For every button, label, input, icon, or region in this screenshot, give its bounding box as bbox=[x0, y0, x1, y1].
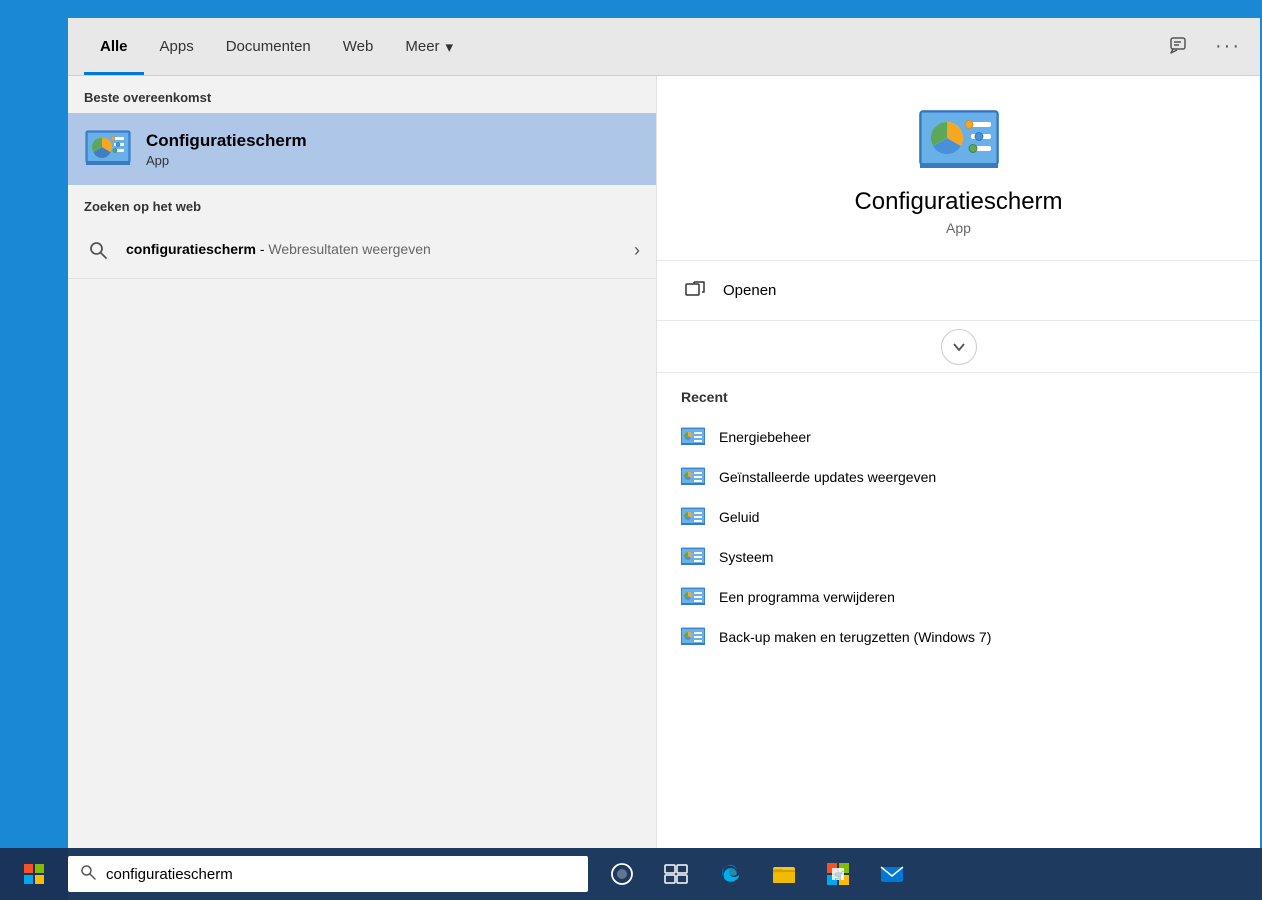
web-search-item[interactable]: configuratiescherm - Webresultaten weerg… bbox=[68, 222, 656, 279]
open-button[interactable]: Openen bbox=[657, 261, 1260, 321]
chevron-right-icon: › bbox=[634, 240, 640, 261]
right-panel: Configuratiescherm App Openen bbox=[656, 76, 1260, 880]
tab-meer[interactable]: Meer ▾ bbox=[389, 18, 469, 75]
recent-label: Recent bbox=[657, 389, 1260, 417]
store-button[interactable]: 🛒 bbox=[812, 848, 864, 900]
recent-item-2[interactable]: Geluid bbox=[657, 497, 1260, 537]
recent-item-label-1: Geïnstalleerde updates weergeven bbox=[719, 469, 936, 485]
web-search-separator: - bbox=[256, 241, 268, 257]
best-match-subtitle: App bbox=[146, 153, 307, 168]
recent-item-icon-2 bbox=[681, 507, 705, 527]
recent-item-icon-0 bbox=[681, 427, 705, 447]
app-detail-subtitle: App bbox=[946, 220, 971, 236]
search-window: Alle Apps Documenten Web Meer ▾ ··· bbox=[68, 18, 1260, 880]
expand-section bbox=[657, 321, 1260, 373]
recent-section: Recent bbox=[657, 373, 1260, 880]
svg-text:🛒: 🛒 bbox=[834, 870, 844, 880]
recent-item-label-2: Geluid bbox=[719, 509, 759, 525]
recent-item-label-5: Back-up maken en terugzetten (Windows 7) bbox=[719, 629, 991, 645]
best-match-text: Configuratiescherm App bbox=[146, 131, 307, 168]
open-label: Openen bbox=[723, 282, 776, 299]
file-explorer-button[interactable] bbox=[758, 848, 810, 900]
search-icon bbox=[84, 236, 112, 264]
recent-item-label-0: Energiebeheer bbox=[719, 429, 811, 445]
app-detail-title: Configuratiescherm bbox=[854, 188, 1062, 216]
edge-button[interactable] bbox=[704, 848, 756, 900]
tab-alle[interactable]: Alle bbox=[84, 18, 144, 75]
web-search-description: Webresultaten weergeven bbox=[268, 241, 430, 257]
recent-item-3[interactable]: Systeem bbox=[657, 537, 1260, 577]
web-search-text: configuratiescherm - Webresultaten weerg… bbox=[126, 240, 626, 260]
taskbar: configuratiescherm bbox=[0, 848, 1262, 900]
recent-item-5[interactable]: Back-up maken en terugzetten (Windows 7) bbox=[657, 617, 1260, 657]
app-detail-header: Configuratiescherm App bbox=[657, 76, 1260, 261]
tab-web[interactable]: Web bbox=[327, 18, 390, 75]
tab-apps[interactable]: Apps bbox=[144, 18, 210, 75]
cortana-button[interactable] bbox=[596, 848, 648, 900]
web-search-label: Zoeken op het web bbox=[68, 185, 656, 222]
left-panel: Beste overeenkomst bbox=[68, 76, 656, 880]
recent-item-icon-5 bbox=[681, 627, 705, 647]
tab-documenten[interactable]: Documenten bbox=[210, 18, 327, 75]
recent-item-icon-4 bbox=[681, 587, 705, 607]
feedback-icon[interactable] bbox=[1164, 31, 1196, 63]
start-button[interactable] bbox=[0, 848, 68, 900]
control-panel-icon-small bbox=[84, 125, 132, 173]
expand-button[interactable] bbox=[941, 329, 977, 365]
taskbar-apps: 🛒 bbox=[596, 848, 918, 900]
web-search-query: configuratiescherm bbox=[126, 241, 256, 257]
best-match-title: Configuratiescherm bbox=[146, 131, 307, 151]
chevron-down-icon: ▾ bbox=[446, 38, 454, 56]
recent-item-label-3: Systeem bbox=[719, 549, 773, 565]
taskbar-search-bar[interactable]: configuratiescherm bbox=[68, 856, 588, 892]
recent-item-4[interactable]: Een programma verwijderen bbox=[657, 577, 1260, 617]
more-options-icon[interactable]: ··· bbox=[1212, 31, 1244, 63]
taskbar-search-text: configuratiescherm bbox=[106, 866, 233, 883]
main-content: Beste overeenkomst bbox=[68, 76, 1260, 880]
best-match-label: Beste overeenkomst bbox=[68, 76, 656, 113]
mail-button[interactable] bbox=[866, 848, 918, 900]
recent-item-0[interactable]: Energiebeheer bbox=[657, 417, 1260, 457]
tab-icon-area: ··· bbox=[1164, 31, 1244, 63]
recent-item-label-4: Een programma verwijderen bbox=[719, 589, 895, 605]
control-panel-icon-large bbox=[919, 108, 999, 172]
open-icon bbox=[681, 277, 709, 305]
recent-item-1[interactable]: Geïnstalleerde updates weergeven bbox=[657, 457, 1260, 497]
recent-item-icon-1 bbox=[681, 467, 705, 487]
task-view-button[interactable] bbox=[650, 848, 702, 900]
tab-bar: Alle Apps Documenten Web Meer ▾ ··· bbox=[68, 18, 1260, 76]
best-match-item[interactable]: Configuratiescherm App bbox=[68, 113, 656, 185]
recent-item-icon-3 bbox=[681, 547, 705, 567]
taskbar-search-icon bbox=[80, 864, 96, 885]
